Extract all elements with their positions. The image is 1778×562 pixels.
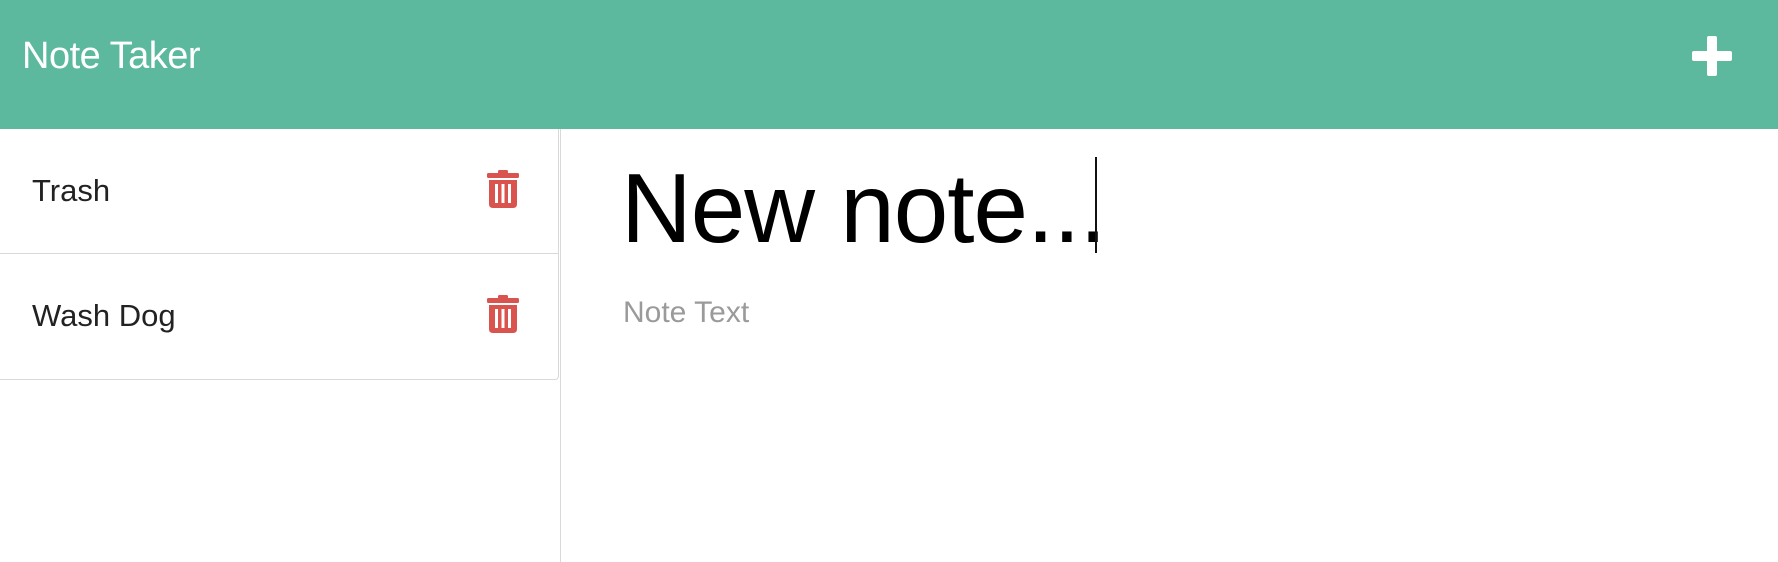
app-title[interactable]: Note Taker: [22, 34, 201, 78]
note-editor: [561, 129, 1778, 562]
note-item-title[interactable]: Wash Dog: [32, 298, 176, 334]
navbar: Note Taker: [0, 0, 1778, 129]
list-item[interactable]: Trash: [0, 129, 558, 254]
sidebar: Trash Wash Dog: [0, 129, 561, 562]
note-item-title[interactable]: Trash: [32, 173, 110, 209]
note-title-input[interactable]: [621, 151, 1721, 266]
delete-note-button[interactable]: [487, 295, 519, 333]
text-cursor: [1095, 157, 1097, 253]
plus-icon: [1690, 34, 1734, 78]
delete-note-button[interactable]: [487, 170, 519, 208]
note-text-input[interactable]: [623, 295, 1723, 535]
new-note-button[interactable]: [1690, 34, 1734, 78]
list-item[interactable]: Wash Dog: [0, 254, 558, 379]
trash-icon: [487, 295, 519, 333]
note-list: Trash Wash Dog: [0, 129, 559, 380]
trash-icon: [487, 170, 519, 208]
